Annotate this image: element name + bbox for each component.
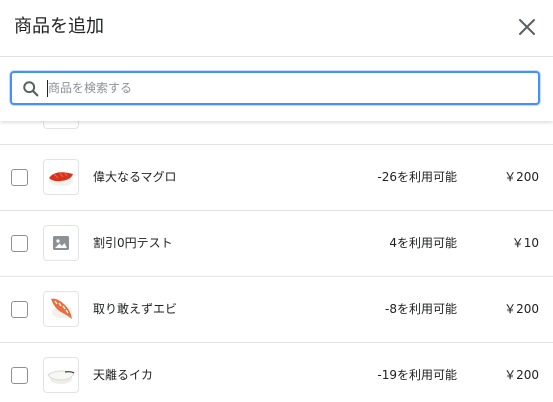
product-availability: -19を利用可能 — [377, 368, 457, 382]
product-availability: -26を利用可能 — [377, 170, 457, 184]
search-input[interactable] — [48, 75, 528, 101]
product-row[interactable]: 偉大なるマグロ -26を利用可能 ￥200 — [0, 145, 553, 211]
product-name: 偉大なるマグロ — [93, 170, 177, 184]
product-row[interactable]: 割引0円テスト 4を利用可能 ￥10 — [0, 211, 553, 277]
product-name: 天離るイカ — [93, 368, 154, 382]
product-row[interactable]: 天離るイカ -19を利用可能 ￥200 — [0, 343, 553, 402]
search-field[interactable] — [10, 71, 540, 105]
close-icon — [519, 19, 535, 35]
shrimp-sushi-icon — [43, 291, 79, 327]
tuna-sushi-icon — [43, 159, 79, 195]
product-price: ￥200 — [504, 368, 539, 382]
product-name: 取り敢えずエビ — [93, 302, 178, 316]
product-price: ￥10 — [511, 236, 539, 250]
product-checkbox[interactable] — [11, 301, 28, 318]
search-icon — [23, 81, 39, 97]
modal-title: 商品を追加 — [14, 16, 104, 37]
search-bar — [0, 57, 553, 121]
product-price: ￥200 — [504, 170, 539, 184]
image-placeholder-icon — [43, 225, 79, 261]
product-checkbox[interactable] — [11, 367, 28, 384]
squid-sushi-icon — [43, 357, 79, 393]
product-list[interactable]: 偉大なるマグロ -26を利用可能 ￥200 割引0円テスト 4を利用可能 ￥10… — [0, 121, 553, 402]
product-availability: 4を利用可能 — [389, 236, 457, 250]
list-item — [0, 121, 553, 145]
close-button[interactable] — [513, 13, 541, 41]
product-checkbox[interactable] — [11, 235, 28, 252]
product-thumbnail — [43, 121, 79, 129]
product-name: 割引0円テスト — [93, 236, 173, 250]
product-row[interactable]: 取り敢えずエビ -8を利用可能 ￥200 — [0, 277, 553, 343]
modal-header: 商品を追加 — [0, 0, 553, 57]
product-price: ￥200 — [504, 302, 539, 316]
product-availability: -8を利用可能 — [385, 302, 457, 316]
product-checkbox[interactable] — [11, 169, 28, 186]
